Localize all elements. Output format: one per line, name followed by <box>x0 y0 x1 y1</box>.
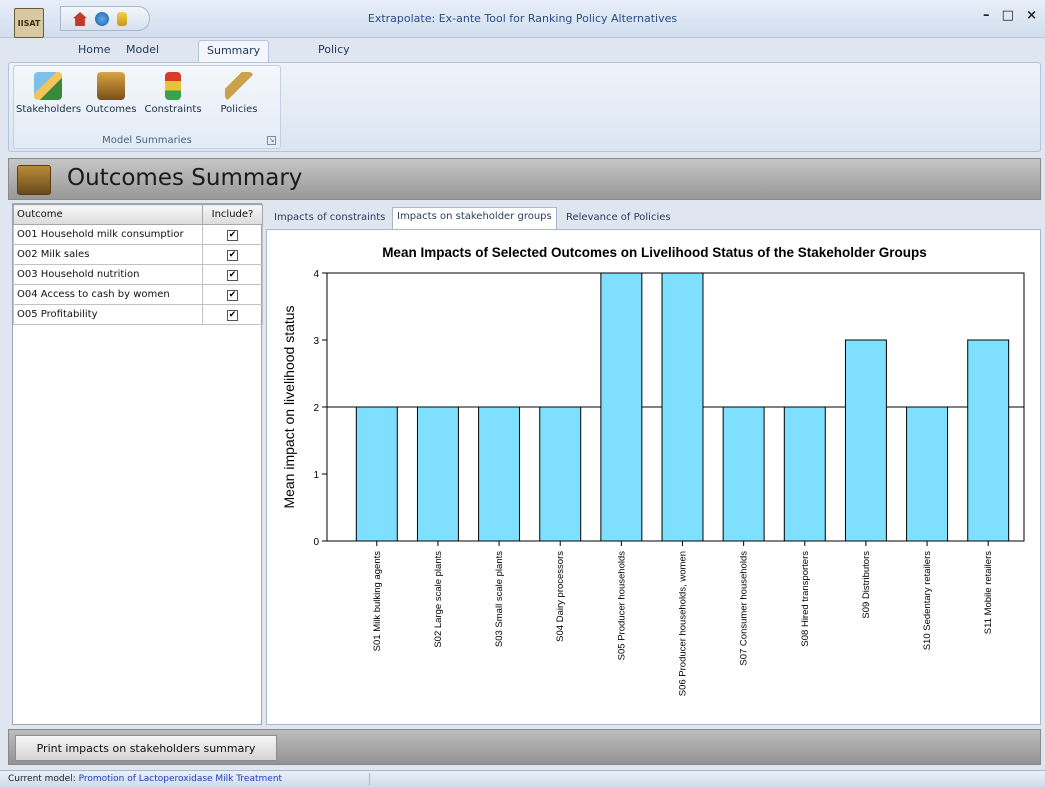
status-text: Current model: Promotion of Lactoperoxid… <box>8 771 282 787</box>
include-cell: ✔ <box>202 264 263 285</box>
bar <box>661 272 704 542</box>
bottom-bar: Print impacts on stakeholders summary <box>8 729 1041 765</box>
bar <box>355 406 398 542</box>
chart-panel: Impacts of constraints Impacts on stakeh… <box>266 205 1041 725</box>
ribbon-group-model-summaries: Stakeholders Outcomes Constraints Polici… <box>13 65 281 149</box>
x-tick-label: S01 Milk bulking agents <box>372 551 383 652</box>
current-model-name: Promotion of Lactoperoxidase Milk Treatm… <box>78 774 283 784</box>
outcomes-label: Outcomes <box>85 104 137 115</box>
x-tick-label: S06 Producer households, women <box>678 551 689 696</box>
y-axis-label: Mean impact on livelihood status <box>281 305 297 508</box>
bar <box>967 339 1010 542</box>
x-tick-label: S10 Sedentary retailers <box>922 551 933 651</box>
x-tick-label: S05 Producer households <box>616 551 627 661</box>
include-checkbox[interactable]: ✔ <box>227 229 238 241</box>
constraints-icon <box>165 72 181 100</box>
outcomes-grid: Outcome Include? O01 Household milk cons… <box>12 203 263 725</box>
y-tick-label: 0 <box>313 537 319 548</box>
include-cell: ✔ <box>202 284 263 305</box>
print-summary-button[interactable]: Print impacts on stakeholders summary <box>15 735 277 761</box>
include-cell: ✔ <box>202 224 263 245</box>
column-header-outcome[interactable]: Outcome <box>13 204 203 225</box>
policies-label: Policies <box>220 104 258 115</box>
include-checkbox[interactable]: ✔ <box>227 249 238 261</box>
outcomes-button[interactable]: Outcomes <box>84 70 138 132</box>
stakeholders-label: Stakeholders <box>16 104 82 115</box>
include-checkbox[interactable]: ✔ <box>227 289 238 301</box>
app-window: IISAT Extrapolate: Ex-ante Tool for Rank… <box>0 0 1045 787</box>
tab-home[interactable]: Home <box>70 40 118 62</box>
x-tick-label: S07 Consumer households <box>739 551 750 666</box>
tab-model-data[interactable]: Model Data <box>118 40 167 76</box>
maximize-button[interactable]: □ <box>1002 8 1014 23</box>
outcome-cell[interactable]: O01 Household milk consumptior <box>13 224 203 245</box>
y-tick-label: 4 <box>313 269 319 280</box>
bar <box>722 406 765 542</box>
x-tick-label: S09 Distributors <box>861 551 872 619</box>
policies-icon <box>225 72 253 100</box>
bar-chart: 0 1 2 3 4 Mean impact on livelihood status S01… <box>281 269 1025 696</box>
include-cell: ✔ <box>202 304 263 325</box>
outcome-cell[interactable]: O04 Access to cash by women <box>13 284 203 305</box>
bar <box>478 406 521 542</box>
constraints-button[interactable]: Constraints <box>142 70 204 132</box>
tab-impacts-of-constraints[interactable]: Impacts of constraints <box>270 209 389 229</box>
y-tick-label: 1 <box>313 470 319 481</box>
x-tick-label: S11 Mobile retailers <box>983 551 994 635</box>
outcome-cell[interactable]: O03 Household nutrition <box>13 264 203 285</box>
ribbon: Stakeholders Outcomes Constraints Polici… <box>8 62 1041 152</box>
bar <box>416 406 459 542</box>
outcomes-icon <box>17 165 51 195</box>
column-header-include[interactable]: Include? <box>202 204 263 225</box>
y-tick-label: 2 <box>313 403 319 414</box>
tab-relevance-of-policies[interactable]: Relevance of Policies <box>562 209 675 229</box>
x-tick-label: S08 Hired transporters <box>800 551 811 647</box>
outcome-cell[interactable]: O02 Milk sales <box>13 244 203 265</box>
bar <box>600 272 643 542</box>
table-row[interactable]: O04 Access to cash by women ✔ <box>13 284 263 305</box>
bar <box>906 406 949 542</box>
dialog-launcher-icon[interactable]: ↘ <box>267 136 276 145</box>
include-cell: ✔ <box>202 244 263 265</box>
window-title: Extrapolate: Ex-ante Tool for Ranking Po… <box>367 12 678 25</box>
outcome-cell[interactable]: O05 Profitability <box>13 304 203 325</box>
outcomes-icon <box>97 72 125 100</box>
status-label: Current model: <box>8 774 79 784</box>
tab-summary-graphs[interactable]: Summary Graphs <box>198 40 270 77</box>
grid-header-row: Outcome Include? <box>13 204 263 225</box>
bar <box>783 406 826 542</box>
chart-area: Mean Impacts of Selected Outcomes on Liv… <box>266 229 1041 725</box>
table-row[interactable]: O05 Profitability ✔ <box>13 304 263 325</box>
x-tick-label: S03 Small scale plants <box>494 551 505 647</box>
bar <box>844 339 887 542</box>
table-row[interactable]: O02 Milk sales ✔ <box>13 244 263 265</box>
ribbon-group-label: Model Summaries <box>102 135 192 146</box>
y-tick-label: 3 <box>313 336 319 347</box>
x-tick-label: S04 Dairy processors <box>555 551 566 642</box>
tab-impacts-on-stakeholder-groups[interactable]: Impacts on stakeholder groups <box>392 207 557 229</box>
section-header: Outcomes Summary <box>8 158 1041 200</box>
page-title: Outcomes Summary <box>67 165 303 191</box>
stakeholders-icon <box>34 72 62 100</box>
constraints-label: Constraints <box>144 104 202 115</box>
close-button[interactable]: × <box>1026 8 1037 23</box>
status-bar: Current model: Promotion of Lactoperoxid… <box>0 770 1045 787</box>
stakeholders-button[interactable]: Stakeholders <box>16 70 82 132</box>
x-tick-label: S02 Large scale plants <box>433 551 444 648</box>
window-controls: – □ × <box>975 8 1037 23</box>
tab-policy-analysis[interactable]: Policy Analysis <box>310 40 371 76</box>
table-row[interactable]: O03 Household nutrition ✔ <box>13 264 263 285</box>
title-bar: IISAT Extrapolate: Ex-ante Tool for Rank… <box>0 0 1045 38</box>
include-checkbox[interactable]: ✔ <box>227 309 238 321</box>
minimize-button[interactable]: – <box>983 8 990 23</box>
status-separator <box>369 773 370 785</box>
include-checkbox[interactable]: ✔ <box>227 269 238 281</box>
policies-button[interactable]: Policies <box>210 70 268 132</box>
table-row[interactable]: O01 Household milk consumptior ✔ <box>13 224 263 245</box>
bar <box>539 406 582 542</box>
